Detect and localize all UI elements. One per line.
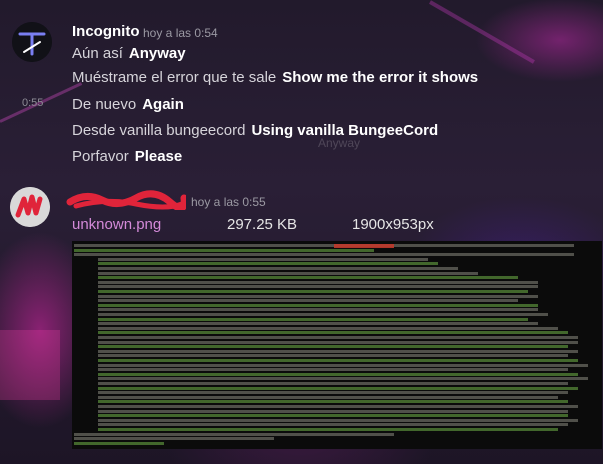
log-line bbox=[74, 441, 164, 445]
message-original-text: Porfavor bbox=[72, 148, 129, 165]
log-line bbox=[98, 418, 578, 422]
log-line bbox=[74, 253, 574, 257]
log-line bbox=[98, 391, 568, 395]
log-line bbox=[98, 409, 568, 413]
redacted-avatar-icon bbox=[10, 187, 50, 227]
message-line: De nuevo Again bbox=[72, 96, 184, 113]
incognito-avatar-icon[interactable] bbox=[12, 22, 52, 62]
log-line bbox=[74, 244, 574, 247]
message-original-text: Desde vanilla bungeecord bbox=[72, 122, 246, 139]
attachment-link[interactable]: unknown.png bbox=[72, 216, 161, 233]
log-line bbox=[98, 428, 558, 431]
attachment-size: 297.25 KB bbox=[227, 216, 298, 233]
ghost-translation-text: Anyway bbox=[318, 136, 361, 150]
message-translation-text: Again bbox=[142, 96, 184, 113]
attachment-info: unknown.png 297.25 KB 1900x953px bbox=[72, 216, 592, 238]
redacted-avatar-icon[interactable] bbox=[10, 187, 50, 227]
message-translation-text: Show me the error it shows bbox=[282, 69, 479, 86]
log-line bbox=[98, 276, 518, 280]
log-line bbox=[98, 382, 568, 385]
log-line bbox=[98, 363, 588, 367]
message-original-text: Aún así bbox=[72, 45, 123, 62]
log-line bbox=[98, 340, 578, 344]
log-line bbox=[98, 414, 568, 418]
log-line bbox=[98, 271, 478, 275]
log-line bbox=[98, 405, 578, 408]
username[interactable]: Incognito bbox=[72, 23, 140, 40]
message-line: Desde vanilla bungeecord Using vanilla Bu… bbox=[72, 122, 438, 139]
log-line bbox=[98, 326, 558, 330]
log-line bbox=[98, 290, 528, 293]
log-line bbox=[98, 372, 578, 376]
log-line bbox=[98, 368, 568, 372]
log-line bbox=[98, 303, 538, 307]
log-line bbox=[98, 423, 568, 427]
log-line bbox=[98, 294, 538, 298]
log-line bbox=[98, 267, 458, 270]
log-line bbox=[98, 345, 568, 349]
log-line bbox=[98, 299, 518, 303]
message-original-text: Muéstrame el error que te sale bbox=[72, 69, 277, 86]
hover-timestamp: 0:55 bbox=[22, 97, 44, 109]
log-line bbox=[98, 262, 438, 266]
log-line bbox=[98, 257, 428, 261]
message-translation-text: Please bbox=[134, 148, 183, 165]
log-line bbox=[98, 285, 538, 289]
attachment-image-preview[interactable] bbox=[72, 241, 602, 449]
log-line bbox=[74, 248, 374, 252]
message-translation-text: Anyway bbox=[128, 45, 186, 62]
log-line bbox=[98, 322, 538, 326]
log-line bbox=[98, 331, 568, 335]
message-line: Muéstrame el error que te sale Show me th… bbox=[72, 69, 478, 86]
redacted-username bbox=[66, 190, 186, 210]
log-line bbox=[98, 400, 568, 404]
log-line bbox=[98, 349, 578, 353]
log-line bbox=[98, 308, 538, 312]
log-line bbox=[98, 377, 588, 381]
message-line: Porfavor Please bbox=[72, 148, 182, 165]
log-line bbox=[74, 437, 274, 441]
message-timestamp: hoy a las 0:55 bbox=[191, 195, 266, 209]
log-line bbox=[98, 336, 578, 339]
background-stripe bbox=[0, 330, 60, 400]
incognito-avatar-icon bbox=[12, 22, 52, 62]
log-line bbox=[98, 313, 548, 316]
log-redaction bbox=[334, 244, 394, 248]
attachment-dimensions: 1900x953px bbox=[352, 216, 434, 233]
log-line bbox=[74, 432, 394, 436]
log-line bbox=[98, 280, 538, 284]
message-original-text: De nuevo bbox=[72, 96, 137, 113]
message-line: Aún así Anyway bbox=[72, 45, 186, 62]
log-line bbox=[98, 359, 578, 362]
log-line bbox=[98, 317, 528, 321]
message-timestamp: hoy a las 0:54 bbox=[143, 26, 218, 40]
log-line bbox=[98, 354, 568, 358]
log-line bbox=[98, 386, 578, 390]
log-line bbox=[98, 395, 558, 399]
